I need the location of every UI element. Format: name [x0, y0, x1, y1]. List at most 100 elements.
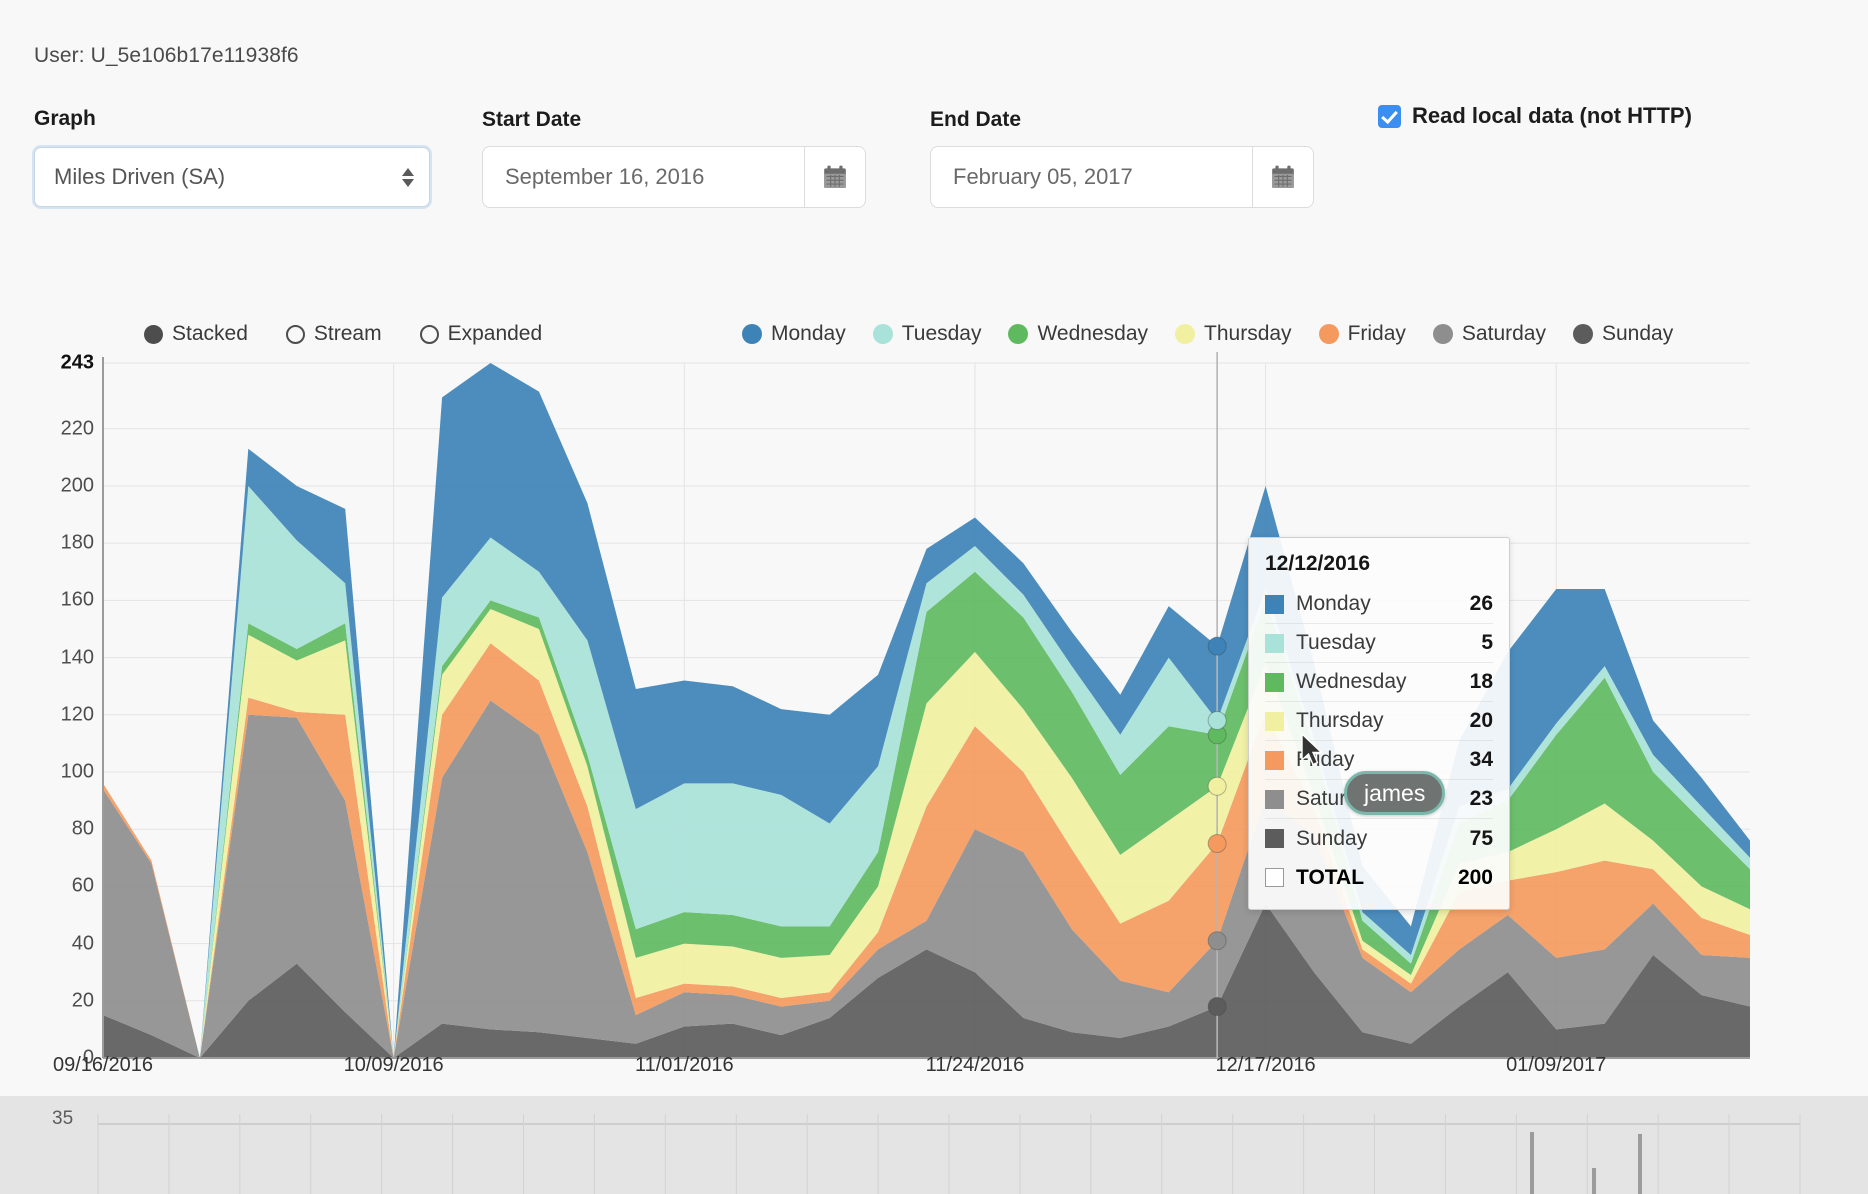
tooltip-swatch	[1265, 789, 1284, 809]
start-date-group: September 16, 2016	[482, 146, 866, 208]
y-axis-labels: 0 20 40 60 80 100 120 140 160 180 200 220 243	[24, 351, 94, 1069]
tooltip-swatch	[1265, 672, 1284, 692]
series-legend-label: Tuesday	[901, 322, 982, 345]
graph-select-value: Miles Driven (SA)	[54, 164, 226, 189]
stacked-area-chart: 0 20 40 60 80 100 120 140 160 180 200 220 243 09/16/…	[0, 352, 1868, 1092]
peer-cursor-name: james	[1364, 779, 1426, 806]
series-legend-item-saturday[interactable]: Saturday	[1432, 322, 1546, 346]
tooltip-swatch	[1265, 711, 1284, 731]
series-legend-item-thursday[interactable]: Thursday	[1175, 322, 1292, 346]
y-axis-tick: 100	[60, 760, 94, 783]
hover-point-tuesday	[1207, 711, 1227, 731]
x-axis-tick: 12/17/2016	[1215, 1054, 1316, 1076]
end-date-group: February 05, 2017	[930, 146, 1314, 208]
series-color-dot	[872, 324, 893, 344]
peer-cursor-badge: james	[1344, 771, 1446, 815]
tooltip-series-value: 75	[1469, 826, 1493, 850]
radio-empty-icon[interactable]	[419, 324, 439, 344]
y-axis-tick: 200	[60, 474, 94, 497]
calendar-icon	[1272, 165, 1294, 188]
hover-point-saturday	[1207, 931, 1227, 951]
chart-canvas[interactable]	[0, 352, 1868, 1092]
radio-empty-icon[interactable]	[285, 324, 305, 344]
series-legend-item-sunday[interactable]: Sunday	[1572, 322, 1674, 346]
mode-option-stacked[interactable]: Stacked	[144, 322, 248, 346]
radio-selected-icon[interactable]	[144, 324, 163, 344]
series-legend-item-wednesday[interactable]: Wednesday	[1008, 322, 1148, 346]
tooltip-series-name: Thursday	[1296, 709, 1384, 732]
x-axis-tick: 11/24/2016	[925, 1054, 1025, 1076]
y-axis-tick: 40	[71, 932, 94, 955]
end-date-calendar-button[interactable]	[1252, 146, 1314, 208]
hover-point-monday	[1207, 636, 1227, 656]
x-axis-tick: 11/01/2016	[634, 1054, 734, 1076]
dashboard-root: User: U_5e106b17e11938f6 Graph Miles Dri…	[0, 0, 1868, 1194]
mini-context-chart[interactable]: 35	[0, 1096, 1868, 1194]
mode-option-label: Expanded	[447, 322, 543, 345]
updown-stepper-icon[interactable]	[387, 167, 429, 187]
read-local-data-checkbox[interactable]	[1378, 104, 1401, 128]
chart-mode-radio-group[interactable]: Stacked Stream Expanded	[144, 322, 542, 346]
series-legend-item-monday[interactable]: Monday	[742, 322, 846, 346]
tooltip-row: Wednesday 18	[1265, 663, 1493, 702]
tooltip-series-value: 20	[1469, 709, 1493, 732]
series-legend-item-tuesday[interactable]: Tuesday	[872, 322, 982, 346]
start-date-input[interactable]: September 16, 2016	[482, 146, 804, 208]
mini-chart-y-label: 35	[52, 1108, 74, 1129]
series-color-dot	[742, 324, 762, 344]
y-axis-tick: 120	[60, 703, 94, 726]
tooltip-series-value: 26	[1469, 592, 1493, 615]
hover-point-thursday	[1207, 776, 1227, 796]
mode-option-stream[interactable]: Stream	[285, 322, 382, 346]
series-legend-item-friday[interactable]: Friday	[1318, 322, 1406, 346]
series-legend-label: Wednesday	[1037, 322, 1149, 345]
start-date-calendar-button[interactable]	[804, 146, 866, 208]
tooltip-series-name: Tuesday	[1296, 631, 1376, 654]
read-local-data-checkbox-row[interactable]: Read local data (not HTTP)	[1378, 103, 1692, 129]
start-date-field-label: Start Date	[482, 108, 582, 131]
tooltip-row: Tuesday 5	[1265, 624, 1493, 663]
user-id-label: User: U_5e106b17e11938f6	[34, 44, 299, 67]
mini-bar	[1592, 1168, 1596, 1194]
series-legend-label: Sunday	[1601, 322, 1674, 345]
end-date-input[interactable]: February 05, 2017	[930, 146, 1252, 208]
tooltip-total-swatch	[1265, 868, 1284, 887]
hover-point-friday	[1207, 833, 1227, 853]
tooltip-series-value: 23	[1469, 787, 1493, 810]
y-axis-tick: 20	[71, 989, 94, 1012]
tooltip-series-name: Monday	[1296, 592, 1371, 615]
series-color-dot	[1175, 324, 1196, 344]
x-axis-tick: 01/09/2017	[1506, 1054, 1607, 1076]
series-color-dot	[1008, 324, 1029, 344]
series-color-dot	[1572, 324, 1593, 344]
mini-chart-canvas[interactable]	[0, 1096, 1868, 1194]
mini-bar	[1638, 1134, 1642, 1194]
mode-option-expanded[interactable]: Expanded	[419, 322, 543, 346]
y-axis-tick: 60	[71, 874, 94, 897]
mini-grid	[97, 1114, 1801, 1194]
y-axis-tick: 140	[60, 646, 94, 669]
tooltip-rows: Monday 26 Tuesday 5 Wednesday 18 Thursday 20 Fri…	[1265, 585, 1493, 858]
mini-bar	[1530, 1132, 1534, 1194]
mode-option-label: Stream	[313, 322, 382, 345]
y-axis-tick: 80	[71, 817, 94, 840]
tooltip-row: Monday 26	[1265, 585, 1493, 624]
tooltip-swatch	[1265, 594, 1284, 614]
series-legend-label: Thursday	[1204, 322, 1292, 345]
tooltip-series-value: 34	[1469, 748, 1493, 771]
series-legend-label: Saturday	[1461, 322, 1546, 345]
y-axis-tick: 160	[60, 588, 94, 611]
hover-point-sunday	[1207, 997, 1227, 1017]
tooltip-total-label: TOTAL	[1296, 865, 1365, 889]
tooltip-total-value: 200	[1457, 865, 1493, 889]
x-axis-tick: 09/16/2016	[52, 1054, 154, 1076]
graph-select[interactable]: Miles Driven (SA)	[34, 147, 430, 207]
y-axis-tick: 243	[60, 351, 94, 374]
end-date-field-label: End Date	[930, 108, 1022, 131]
series-color-dot	[1318, 324, 1339, 344]
tooltip-swatch	[1265, 829, 1284, 848]
series-legend[interactable]: Monday Tuesday Wednesday Thursday Friday Satu…	[742, 322, 1673, 346]
tooltip-series-name: Wednesday	[1296, 670, 1407, 693]
x-axis-tick: 10/09/2016	[343, 1054, 444, 1076]
series-color-dot	[1432, 324, 1453, 344]
